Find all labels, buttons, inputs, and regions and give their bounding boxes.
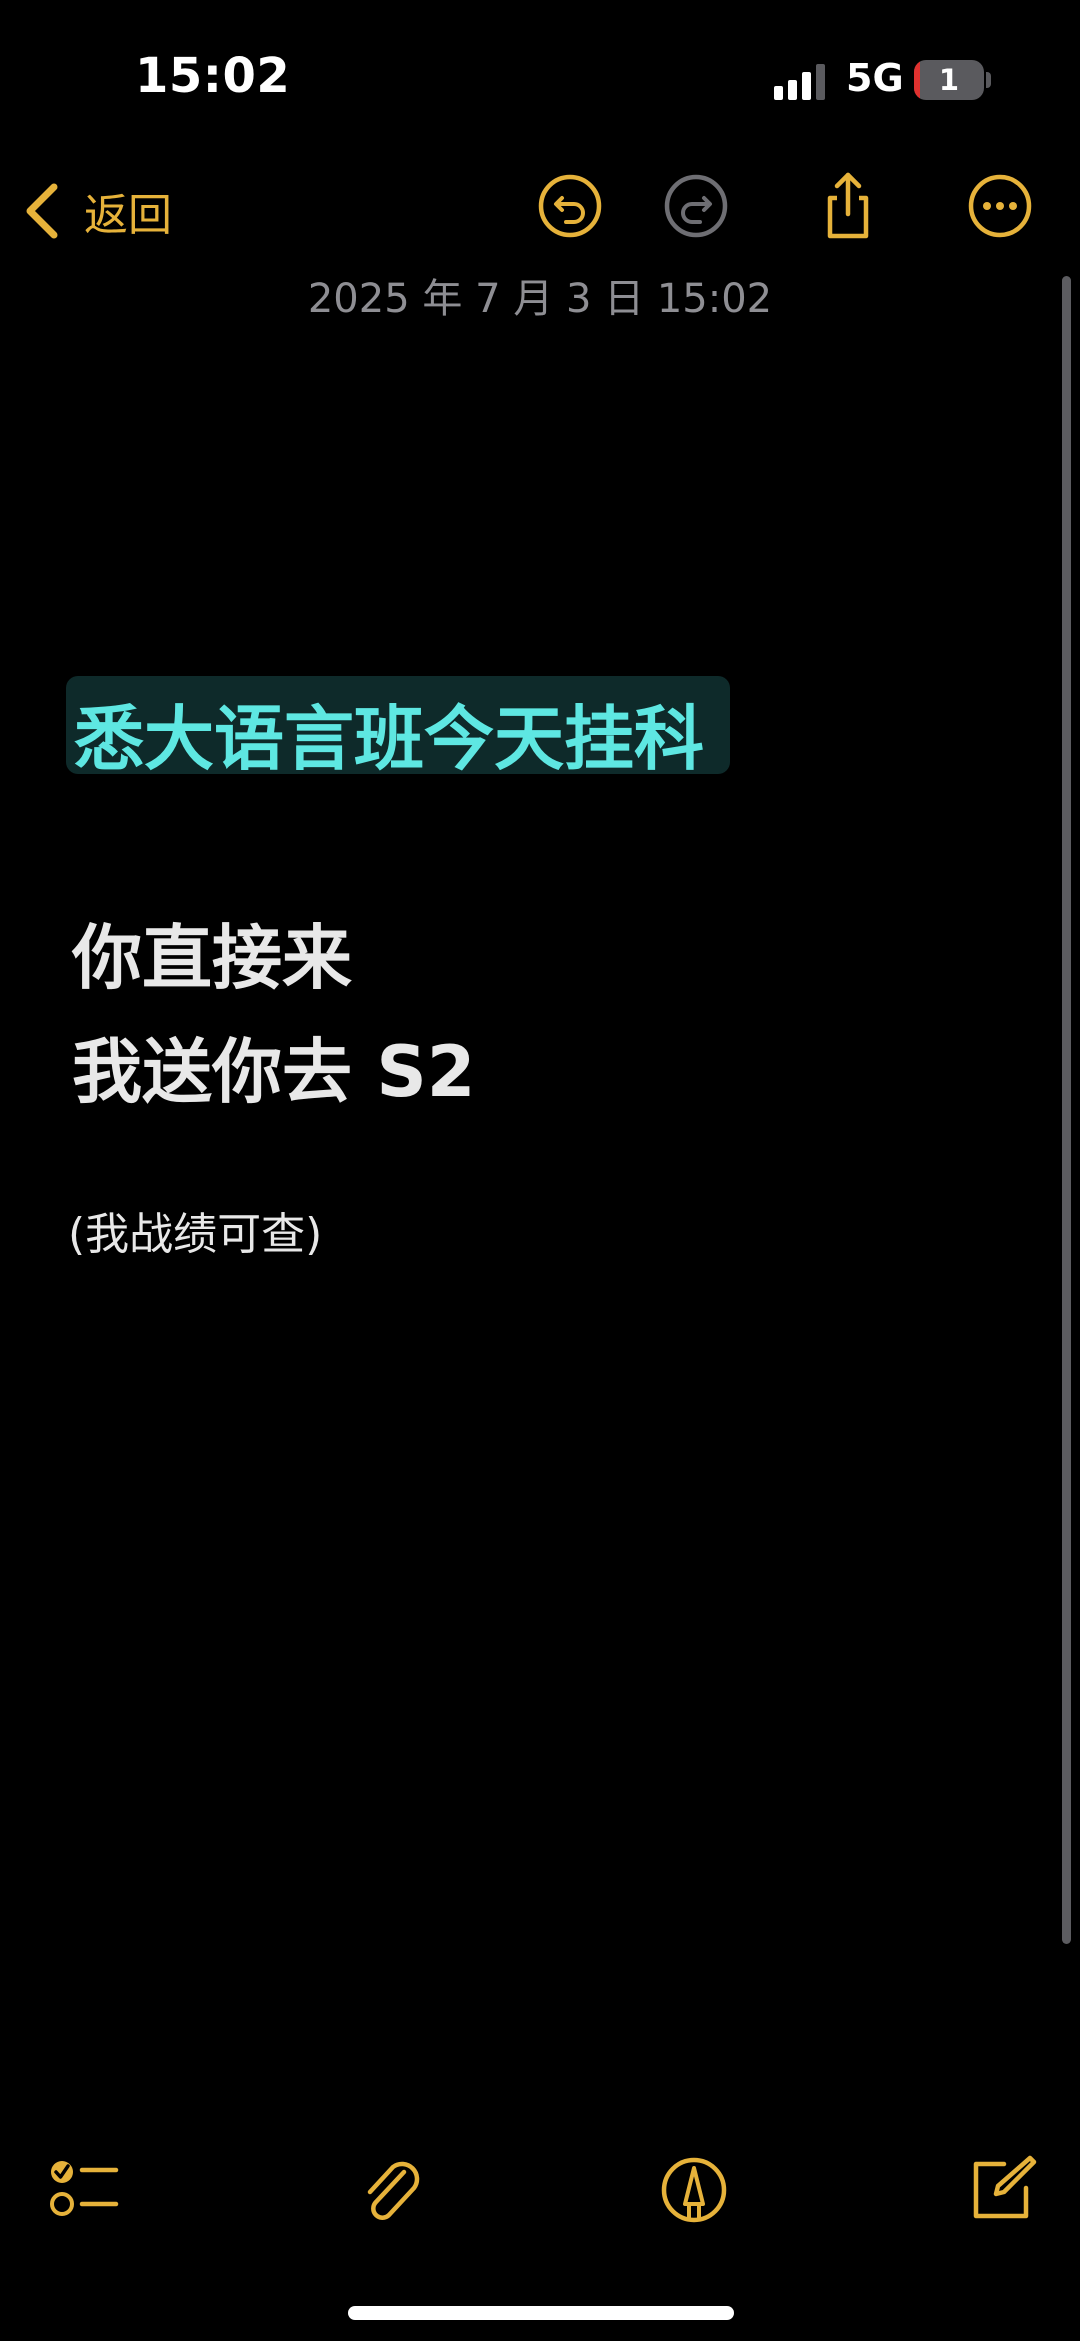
home-indicator[interactable] — [348, 2306, 734, 2320]
note-line[interactable]: 我送你去 S2 — [72, 1016, 476, 1117]
undo-icon — [538, 174, 602, 238]
markup-icon — [661, 2157, 727, 2223]
signal-bar — [816, 64, 825, 100]
note-heading[interactable]: 悉大语言班今天挂科 — [74, 683, 704, 784]
redo-icon — [664, 174, 728, 238]
note-date: 2025 年 7 月 3 日 15:02 — [307, 276, 773, 322]
signal-bar — [788, 80, 797, 100]
scrollbar[interactable] — [1062, 276, 1071, 1944]
note-line[interactable]: 你直接来 — [72, 902, 352, 1003]
status-time: 15:02 — [135, 48, 291, 104]
more-icon — [968, 174, 1032, 238]
redo-button[interactable] — [660, 170, 732, 242]
battery-level: 1 — [938, 63, 960, 97]
compose-button[interactable] — [964, 2152, 1040, 2228]
battery-icon: 1 — [914, 60, 984, 100]
note-remark[interactable]: (我战绩可查) — [68, 1198, 322, 1262]
signal-bar — [774, 86, 783, 100]
checklist-icon — [50, 2161, 119, 2216]
markup-button[interactable] — [656, 2152, 732, 2228]
more-button[interactable] — [964, 170, 1036, 242]
back-label: 返回 — [84, 190, 172, 241]
network-type: 5G — [846, 56, 904, 100]
share-button[interactable] — [812, 170, 884, 242]
attachment-button[interactable] — [354, 2152, 430, 2228]
back-chevron-icon — [26, 183, 58, 239]
battery-cap — [986, 72, 991, 88]
back-button[interactable]: 返回 — [20, 176, 172, 246]
attachment-icon — [367, 2161, 420, 2220]
checklist-button[interactable] — [46, 2152, 122, 2228]
undo-button[interactable] — [534, 170, 606, 242]
share-icon — [827, 172, 869, 239]
signal-bar — [802, 72, 811, 100]
cellular-signal-icon — [774, 64, 825, 100]
compose-icon — [973, 2155, 1037, 2219]
